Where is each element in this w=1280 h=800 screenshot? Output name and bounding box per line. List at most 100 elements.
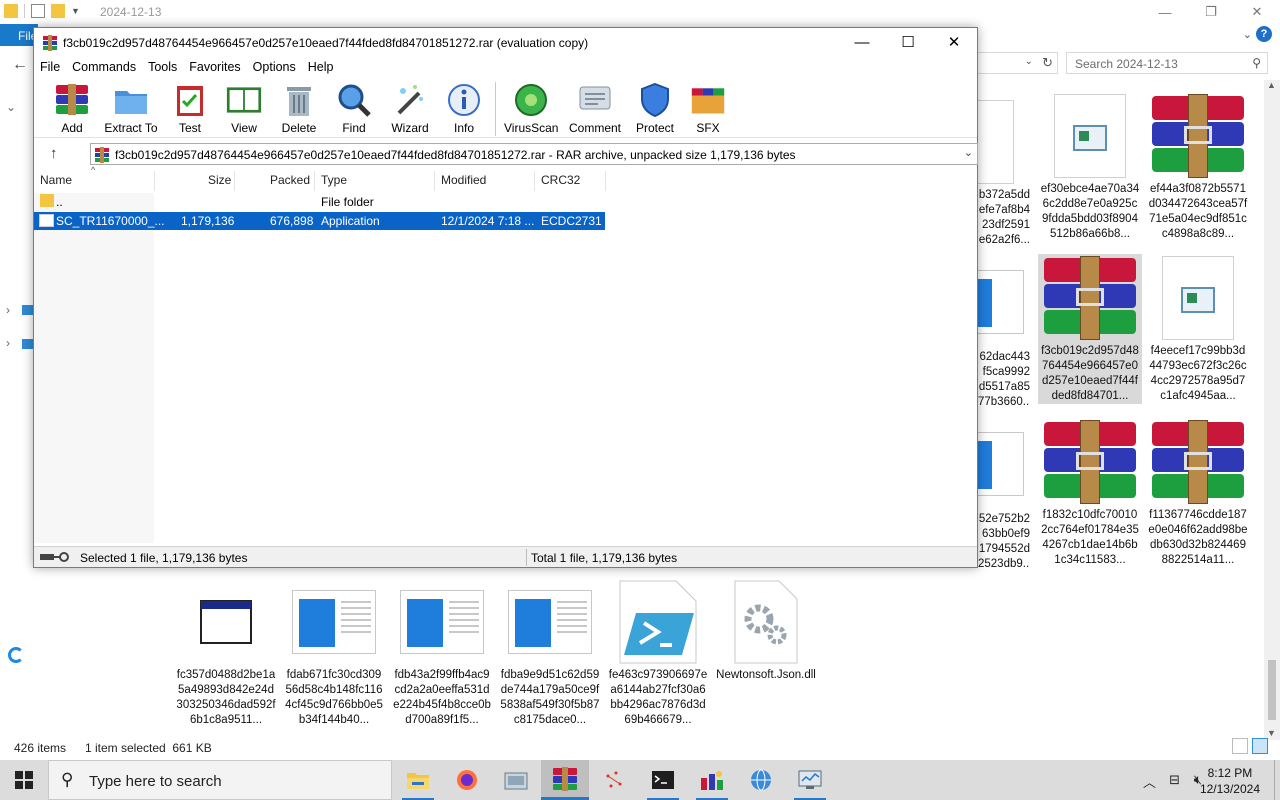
application-window-icon (200, 600, 252, 644)
close-button[interactable]: ✕ (1234, 0, 1280, 24)
column-separator[interactable] (234, 171, 235, 191)
up-arrow-icon[interactable]: ↑ (50, 145, 58, 162)
column-name[interactable]: Name (40, 173, 72, 187)
nav-expand-arrow[interactable]: › (6, 303, 10, 317)
vertical-scrollbar[interactable]: ▲ ▼ (1264, 80, 1280, 740)
large-icons-view-icon[interactable] (1252, 738, 1268, 754)
refresh-icon[interactable]: ↻ (1042, 55, 1053, 71)
system-monitor-taskbar-icon[interactable] (786, 760, 834, 800)
menu-options[interactable]: Options (247, 58, 302, 78)
extract-to-button[interactable]: Extract To (102, 82, 160, 135)
file-tile[interactable]: fdab671fc30cd30956d58c4b148fc1164cf45c9d… (282, 578, 386, 728)
file-tile[interactable]: fdba9e9d51c62d59de744a179a50ce9f5838af54… (498, 578, 602, 728)
test-button[interactable]: Test (170, 82, 210, 135)
partial-tile-label[interactable]: b372a5dd efe7af8b4 23df2591 e62a2f6... (978, 188, 1030, 248)
properties-icon[interactable] (31, 4, 45, 18)
help-icon[interactable]: ? (1256, 26, 1272, 42)
restore-button[interactable]: ❐ (1188, 0, 1234, 24)
search-input[interactable]: Search 2024-12-13 ⚲ (1066, 52, 1268, 74)
clock[interactable]: 8:12 PM 12/13/2024 (1200, 765, 1260, 797)
nav-expand-arrow[interactable]: ⌄ (6, 100, 16, 114)
column-separator[interactable] (154, 171, 155, 191)
menu-commands[interactable]: Commands (66, 58, 142, 78)
back-arrow-icon[interactable]: ← (12, 56, 28, 74)
toolbar: Add Extract To Test View Delete Find Wiz… (34, 78, 977, 138)
wizard-button[interactable]: Wizard (388, 82, 432, 135)
scroll-up-icon[interactable]: ▲ (1267, 80, 1276, 90)
column-separator[interactable] (434, 171, 435, 191)
column-separator[interactable] (605, 171, 606, 191)
info-icon (446, 82, 482, 118)
file-tile[interactable]: f4eecef17c99bb3d44793ec672f3c26c4cc29725… (1146, 254, 1250, 404)
chevron-down-icon[interactable]: ⌄ (1025, 56, 1033, 67)
pe-tool-taskbar-icon[interactable] (688, 760, 736, 800)
virusscan-button[interactable]: VirusScan (504, 82, 558, 135)
terminal-taskbar-icon[interactable] (639, 760, 687, 800)
column-size[interactable]: Size (208, 173, 231, 187)
partial-tile-label[interactable]: 62dac443 f5ca9992 d5517a85 77b3660... (978, 350, 1030, 410)
file-tile[interactable]: Newtonsoft.Json.dll (714, 578, 818, 683)
comment-button[interactable]: Comment (567, 82, 623, 135)
taskbar-search-box[interactable]: ⚲ Type here to search (48, 760, 392, 800)
address-bar[interactable]: ⌄ ↻ (978, 52, 1058, 74)
file-tile[interactable]: f1832c10dfc700102cc764ef01784e354267cb1d… (1038, 418, 1142, 568)
show-desktop-button[interactable] (1274, 760, 1280, 800)
path-dropdown[interactable]: f3cb019c2d957d48764454e966457e0d257e10ea… (90, 143, 978, 165)
process-tool-taskbar-icon[interactable] (590, 760, 638, 800)
protect-button[interactable]: Protect (632, 82, 678, 135)
table-row[interactable]: .. File folder (34, 193, 605, 211)
column-crc32[interactable]: CRC32 (541, 173, 580, 187)
sfx-button[interactable]: SFX (688, 82, 728, 135)
row-type: Application (321, 214, 380, 228)
file-tile[interactable]: fdb43a2f99ffb4ac9cd2a2a0eeffa531de224b45… (390, 578, 494, 728)
winrar-taskbar-icon[interactable] (541, 760, 589, 800)
file-tile[interactable]: f11367746cdde187e0e046f62add98bedb630d32… (1146, 418, 1250, 568)
add-button[interactable]: Add (52, 82, 92, 135)
nav-expand-arrow[interactable]: › (6, 336, 10, 350)
info-button[interactable]: Info (444, 82, 484, 135)
file-tile[interactable]: f3cb019c2d957d48764454e966457e0d257e10ea… (1038, 254, 1142, 404)
minimize-button[interactable]: — (1142, 0, 1188, 24)
column-modified[interactable]: Modified (441, 173, 486, 187)
delete-button[interactable]: Delete (279, 82, 319, 135)
column-separator[interactable] (314, 171, 315, 191)
details-view-icon[interactable] (1232, 738, 1248, 754)
menu-file[interactable]: File (34, 58, 66, 78)
chevron-down-icon[interactable]: ▼ (71, 6, 80, 16)
view-button[interactable]: View (222, 82, 266, 135)
partial-tile-label[interactable]: 52e752b2 63bb0ef9 1794552d 2523db9... (978, 512, 1030, 572)
firefox-taskbar-icon[interactable] (443, 760, 491, 800)
menu-help[interactable]: Help (302, 58, 340, 78)
start-button[interactable] (0, 760, 48, 800)
network-icon[interactable]: ⊟ (1169, 772, 1180, 788)
new-folder-icon[interactable] (51, 4, 65, 18)
show-hidden-icons-icon[interactable]: ︿ (1143, 772, 1156, 791)
file-tile[interactable]: fc357d0488d2be1a5a49893d842e24d303250346… (174, 578, 278, 728)
menu-tools[interactable]: Tools (142, 58, 183, 78)
close-button[interactable]: ✕ (931, 28, 977, 56)
table-row[interactable]: SC_TR11670000_... 1,179,136 676,898 Appl… (34, 212, 605, 230)
network-tool-taskbar-icon[interactable] (492, 760, 540, 800)
ribbon-expand-icon[interactable]: ⌄ (1243, 28, 1252, 41)
column-packed[interactable]: Packed (270, 173, 310, 187)
tile-thumbnail (1042, 420, 1138, 504)
partial-doc-thumbnail[interactable] (978, 270, 1024, 334)
column-separator[interactable] (534, 171, 535, 191)
menu-favorites[interactable]: Favorites (183, 58, 246, 78)
info-label: Info (453, 121, 474, 135)
maximize-button[interactable]: ☐ (885, 28, 931, 56)
file-tile[interactable]: fe463c973906697ea6144ab27fcf30a6bb4296ac… (606, 578, 710, 728)
globe-tool-taskbar-icon[interactable] (737, 760, 785, 800)
scroll-down-icon[interactable]: ▼ (1267, 728, 1276, 738)
find-button[interactable]: Find (334, 82, 374, 135)
partial-doc-thumbnail[interactable] (978, 432, 1024, 496)
partial-paper-thumbnail[interactable] (978, 100, 1014, 184)
folder-icon[interactable] (4, 4, 18, 18)
file-tile[interactable]: ef30ebce4ae70a346c2dd8e7e0a925c9fdda5bdd… (1038, 92, 1142, 242)
scrollbar-thumb[interactable] (1268, 660, 1276, 720)
column-type[interactable]: Type (321, 173, 347, 187)
chevron-down-icon[interactable]: ⌄ (964, 146, 973, 159)
file-explorer-taskbar-icon[interactable] (394, 760, 442, 800)
minimize-button[interactable]: — (839, 28, 885, 56)
file-tile[interactable]: ef44a3f0872b5571d034472643cea57f71e5a04e… (1146, 92, 1250, 242)
